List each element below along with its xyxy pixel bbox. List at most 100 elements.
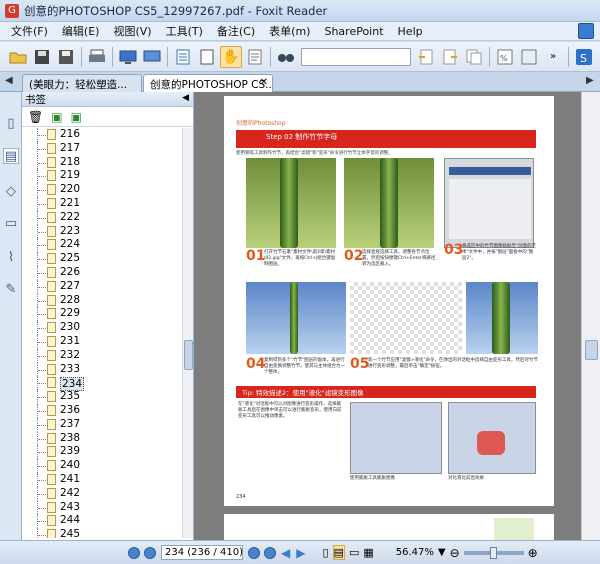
bookmark-item[interactable]: 234	[22, 376, 182, 392]
save-icon[interactable]	[31, 46, 53, 68]
bookmark-item[interactable]: 233	[22, 362, 182, 377]
hand-tool-icon[interactable]: ✋	[220, 45, 242, 68]
bookmark-item[interactable]: 231	[22, 334, 182, 349]
bookmark-item[interactable]: 235	[22, 390, 182, 404]
signatures-icon[interactable]: ✎	[3, 282, 19, 298]
next-result-icon[interactable]	[439, 46, 461, 68]
tab-scroll-left-icon[interactable]: ◀	[5, 75, 13, 86]
zoom-dropdown-icon[interactable]: ▼	[438, 547, 446, 558]
bookmarks-icon[interactable]: ▤	[3, 148, 19, 164]
bookmark-item[interactable]: 240	[22, 459, 182, 473]
tab-document-2[interactable]: 创意的PHOTOSHOP CS... ✕	[143, 74, 273, 92]
scrollbar-thumb[interactable]	[184, 340, 193, 370]
bookmark-item[interactable]: 222	[22, 210, 182, 225]
zoom-in-icon[interactable]: %	[494, 46, 516, 68]
bookmark-item[interactable]: 242	[22, 486, 182, 501]
sharepoint-icon[interactable]: S	[573, 46, 595, 68]
zoom-out-icon[interactable]: ⊖	[450, 546, 460, 560]
previous-view-icon[interactable]: ◀	[281, 546, 290, 560]
page-number-field[interactable]: 234 (236 / 410)	[161, 545, 243, 560]
bookmark-item[interactable]: 232	[22, 348, 182, 363]
select-text-icon[interactable]	[244, 46, 266, 68]
bookmark-options-icon[interactable]: ▣	[71, 110, 82, 124]
tab-document-1[interactable]: (美眼力：轻松塑造...	[22, 74, 142, 92]
bookmark-item[interactable]: 229	[22, 307, 182, 322]
close-tab-icon[interactable]: ✕	[260, 77, 268, 88]
bookmark-item[interactable]: 245	[22, 528, 182, 538]
bookmark-page-icon	[47, 418, 56, 430]
bookmark-label: 231	[60, 334, 81, 347]
screen-icon[interactable]	[117, 46, 139, 68]
bookmark-page-icon	[47, 280, 56, 292]
bookmark-item[interactable]: 230	[22, 321, 182, 335]
restore-window-icon[interactable]	[578, 23, 594, 39]
menu-help[interactable]: Help	[391, 25, 430, 38]
menu-tools[interactable]: 工具(T)	[159, 23, 210, 39]
bookmark-item[interactable]: 241	[22, 472, 182, 487]
menu-comments[interactable]: 备注(C)	[210, 23, 262, 39]
bookmark-item[interactable]: 224	[22, 238, 182, 253]
add-bookmark-icon[interactable]: ▣	[51, 110, 62, 124]
open-folder-icon[interactable]	[7, 46, 29, 68]
menu-file[interactable]: 文件(F)	[4, 23, 55, 39]
bookmark-item[interactable]: 238	[22, 431, 182, 446]
previous-page-icon[interactable]	[144, 546, 156, 559]
display-icon[interactable]	[141, 46, 163, 68]
document-view[interactable]: 创意的Photoshop Step 02 制作竹节字母 使用钢笔工具制作竹节，再…	[194, 92, 581, 544]
last-page-icon[interactable]	[264, 546, 276, 559]
bookmark-item[interactable]: 225	[22, 252, 182, 266]
copy-icon[interactable]	[463, 46, 485, 68]
delete-bookmark-icon[interactable]: 🗑	[28, 110, 43, 124]
bookmark-item[interactable]: 237	[22, 417, 182, 432]
pages-icon[interactable]: ▯	[3, 116, 19, 132]
bookmark-item[interactable]: 236	[22, 403, 182, 418]
next-view-icon[interactable]: ▶	[296, 546, 305, 560]
zoom-slider-knob[interactable]	[489, 546, 497, 559]
bookmark-item[interactable]: 228	[22, 293, 182, 308]
print-icon[interactable]	[86, 46, 108, 68]
bookmark-item[interactable]: 220	[22, 183, 182, 197]
bookmark-item[interactable]: 244	[22, 514, 182, 529]
page-icon[interactable]	[196, 46, 218, 68]
layers-icon[interactable]: ◇	[3, 184, 19, 200]
menu-edit[interactable]: 编辑(E)	[55, 23, 107, 39]
scrollbar-thumb[interactable]	[585, 340, 598, 360]
bookmark-item[interactable]: 223	[22, 224, 182, 239]
bookmark-item[interactable]: 218	[22, 155, 182, 170]
zoom-in-icon[interactable]: ⊕	[528, 546, 538, 560]
step-number: 01	[246, 248, 266, 264]
comments-icon[interactable]: ▭	[3, 216, 19, 232]
bookmark-item[interactable]: 221	[22, 196, 182, 211]
collapse-panel-icon[interactable]: ◀	[182, 93, 189, 103]
continuous-page-icon[interactable]: ▤	[332, 545, 345, 560]
facing-page-icon[interactable]: ▭	[349, 546, 359, 559]
bookmark-label: 222	[60, 210, 81, 223]
attachments-icon[interactable]: ⌇	[3, 250, 19, 266]
continuous-facing-icon[interactable]: ▦	[363, 546, 373, 559]
overflow-chevron-icon[interactable]: »	[542, 46, 564, 68]
document-scrollbar[interactable]	[581, 92, 600, 540]
view-icon[interactable]	[518, 46, 540, 68]
search-input[interactable]	[301, 47, 411, 66]
bookmark-item[interactable]: 216	[22, 128, 182, 142]
previous-result-icon[interactable]	[415, 46, 437, 68]
bookmark-item[interactable]: 219	[22, 169, 182, 184]
bookmark-item[interactable]: 226	[22, 265, 182, 280]
next-page-icon[interactable]	[248, 546, 260, 559]
single-page-icon[interactable]: ▯	[322, 546, 328, 559]
save-as-icon[interactable]	[55, 46, 77, 68]
first-page-icon[interactable]	[128, 546, 140, 559]
bookmark-scrollbar[interactable]	[182, 128, 193, 538]
tab-scroll-right-icon[interactable]: ▶	[586, 75, 594, 86]
document-icon[interactable]	[172, 46, 194, 68]
menu-sharepoint[interactable]: SharePoint	[317, 25, 390, 38]
bookmark-item[interactable]: 227	[22, 279, 182, 294]
menu-view[interactable]: 视图(V)	[106, 23, 158, 39]
find-icon[interactable]	[275, 46, 297, 68]
svg-text:%: %	[500, 54, 508, 63]
bookmark-item[interactable]: 217	[22, 141, 182, 156]
bookmark-item[interactable]: 239	[22, 445, 182, 460]
bookmark-item[interactable]: 243	[22, 500, 182, 515]
zoom-slider[interactable]	[463, 546, 524, 559]
menu-forms[interactable]: 表单(m)	[262, 23, 317, 39]
